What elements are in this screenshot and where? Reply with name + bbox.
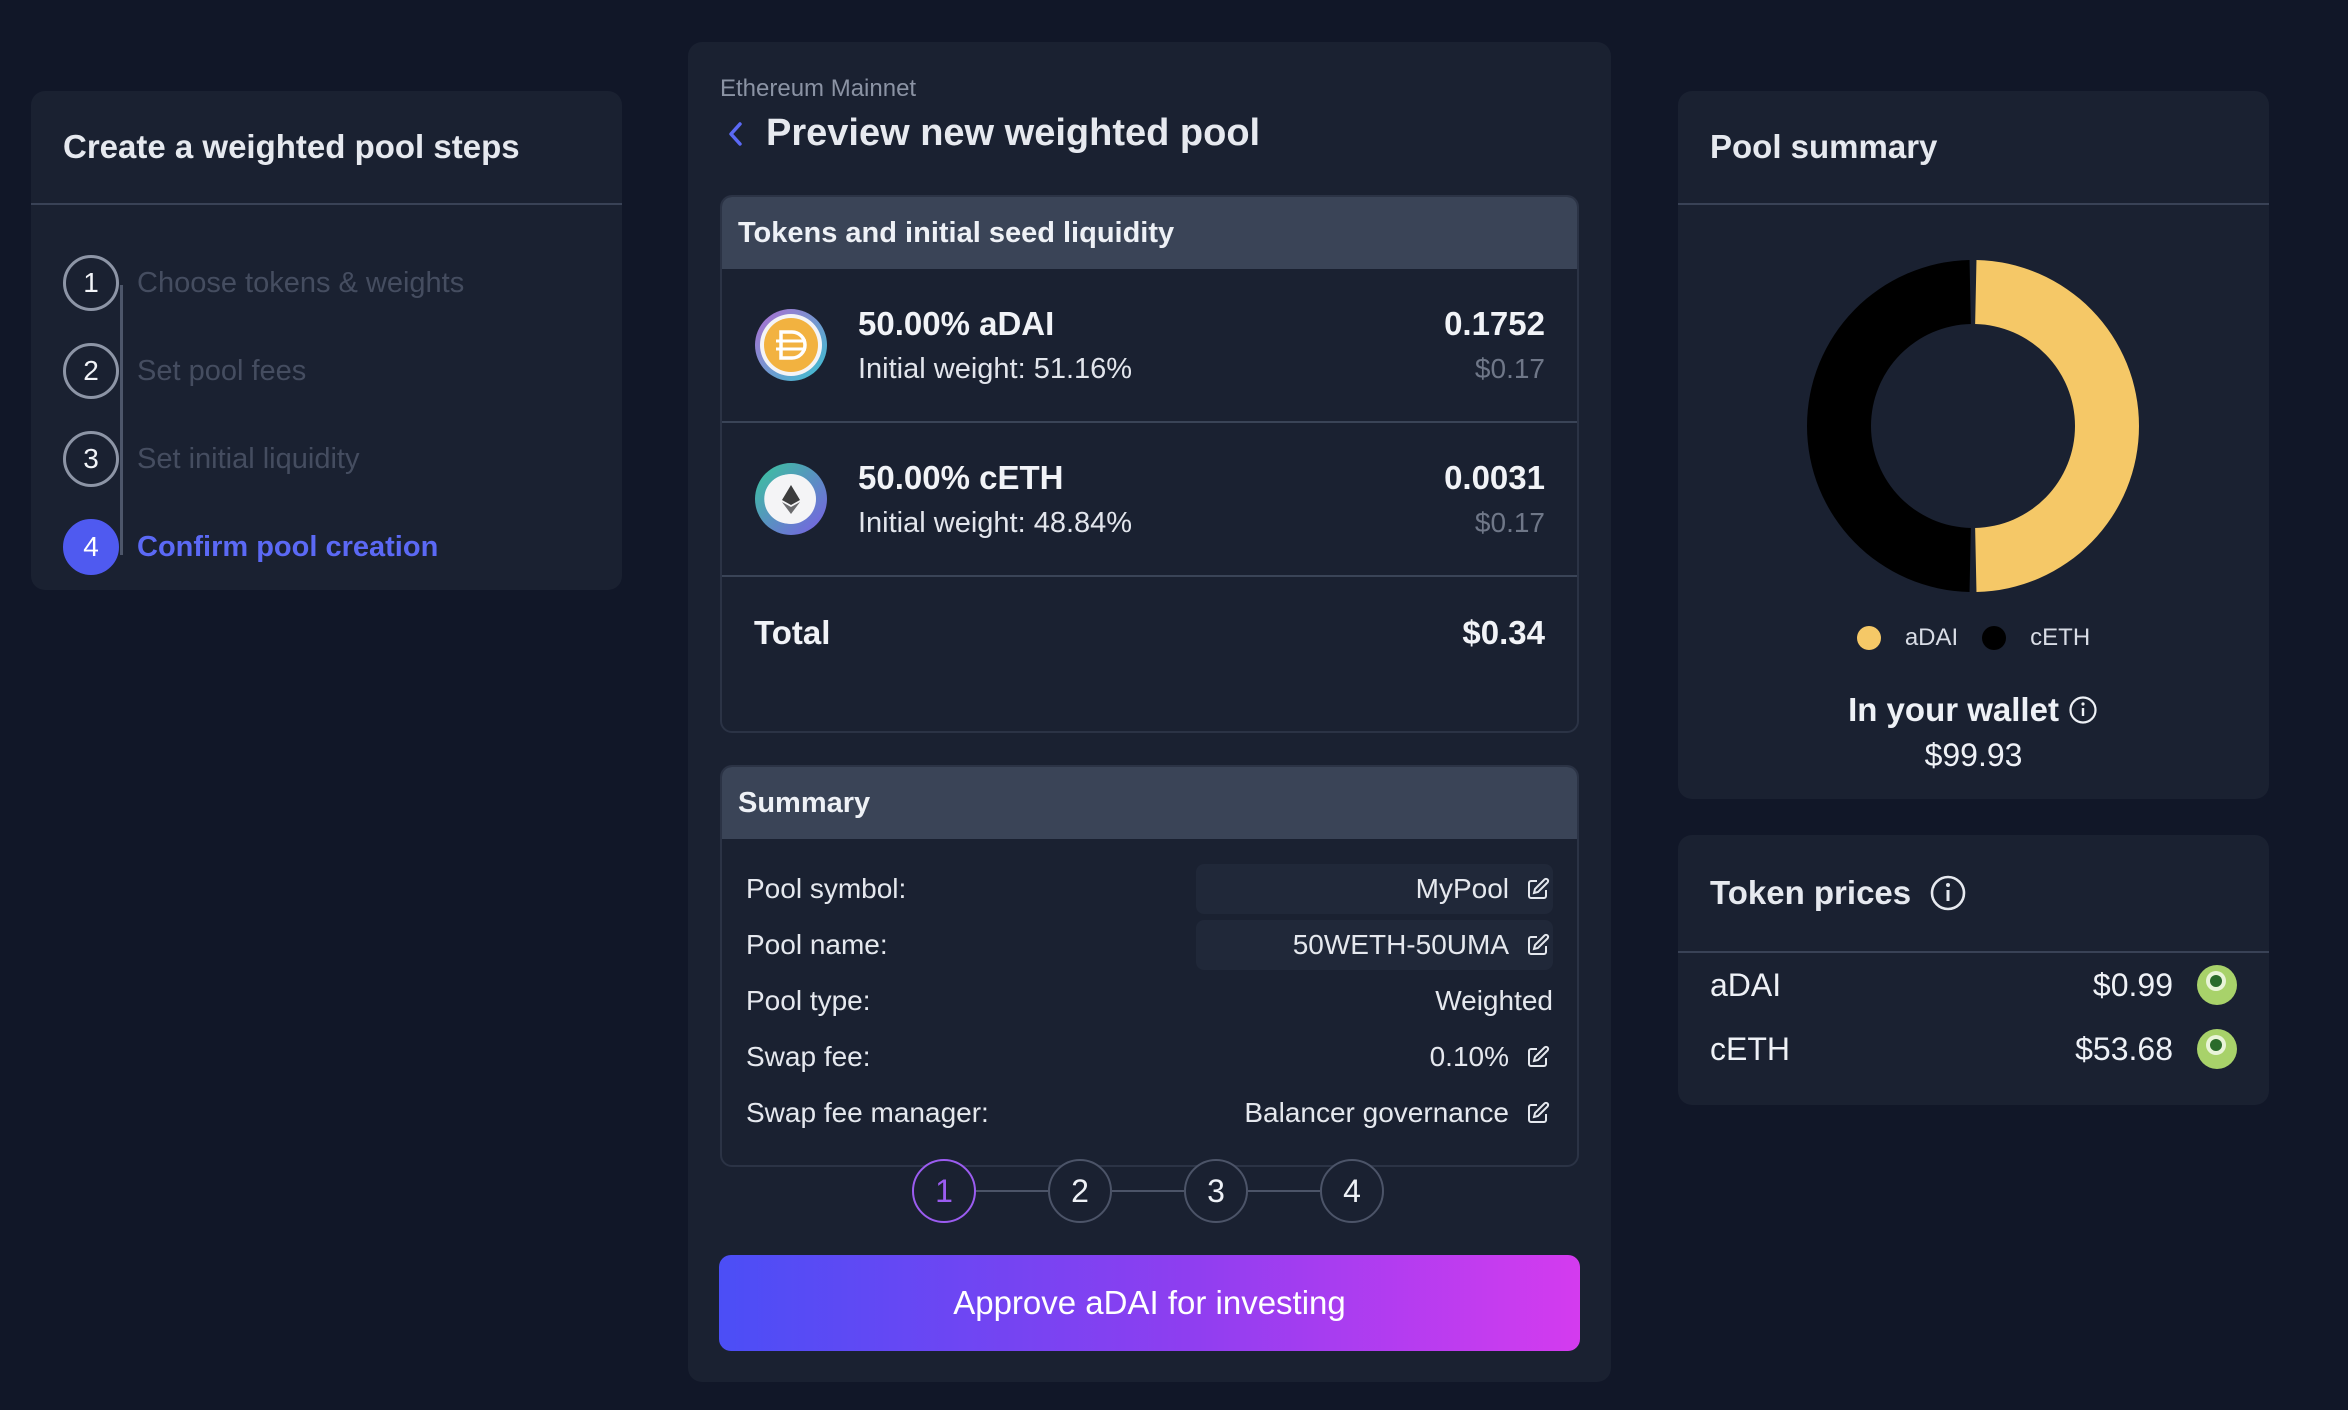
legend-item-adai: aDAI xyxy=(1856,624,1959,652)
step-label: Choose tokens & weights xyxy=(137,266,465,299)
wallet-value: $99.93 xyxy=(1924,737,2023,773)
network-label: Ethereum Mainnet xyxy=(720,75,917,102)
token-title: 50.00% cETH xyxy=(858,458,1064,496)
wallet-label: In your wallet xyxy=(1848,691,2059,728)
coingecko-icon[interactable] xyxy=(2197,1029,2237,1069)
action-step-3: 3 xyxy=(1184,1159,1248,1223)
step-item-2[interactable]: 2 Set pool fees xyxy=(63,327,622,415)
legend-swatch-adai xyxy=(1856,626,1881,650)
token-prices-title: Token prices xyxy=(1710,874,1912,911)
summary-label: Pool type: xyxy=(746,985,871,1016)
wallet-title-row: In your wallet xyxy=(1678,691,2269,729)
pool-summary-card: Pool summary aDAI cETH In your wallet $9… xyxy=(1678,91,2269,799)
tokens-panel-heading: Tokens and initial seed liquidity xyxy=(722,197,1577,269)
pool-symbol-field[interactable]: MyPool xyxy=(1196,864,1553,914)
price-token-name: cETH xyxy=(1710,1030,1790,1067)
summary-panel-heading: Summary xyxy=(722,767,1577,839)
edit-icon[interactable] xyxy=(1523,874,1553,904)
token-prices-header: Token prices xyxy=(1678,835,2269,953)
summary-value: Balancer governance xyxy=(1244,1097,1509,1128)
price-value: $53.68 xyxy=(2075,1030,2173,1067)
stepper-connector xyxy=(1248,1190,1320,1192)
stepper-connector xyxy=(976,1190,1048,1192)
step-item-1[interactable]: 1 Choose tokens & weights xyxy=(63,239,622,327)
summary-value: Weighted xyxy=(1435,985,1553,1016)
legend-swatch-ceth xyxy=(1982,626,2007,650)
back-chevron-icon[interactable] xyxy=(726,114,752,154)
summary-row-swap-fee: Swap fee: 0.10% xyxy=(746,1029,1553,1085)
legend-item-ceth: cETH xyxy=(1982,624,2090,652)
step-label: Set initial liquidity xyxy=(137,442,360,475)
summary-label: Pool symbol: xyxy=(746,873,907,904)
edit-icon[interactable] xyxy=(1523,1042,1553,1072)
donut-slice-adai xyxy=(1975,260,2139,592)
step-number: 2 xyxy=(63,343,119,399)
token-prices-card: Token prices aDAI $0.99 cETH $53.68 xyxy=(1678,835,2269,1105)
step-label: Set pool fees xyxy=(137,354,307,387)
token-weight: Initial weight: 48.84% xyxy=(858,506,1133,539)
pool-summary-title: Pool summary xyxy=(1678,91,2269,205)
pool-name-field[interactable]: 50WETH-50UMA xyxy=(1196,920,1553,970)
pool-composition-chart xyxy=(1803,256,2143,596)
ceth-logo-icon xyxy=(754,462,828,536)
summary-row-pool-type: Pool type: Weighted xyxy=(746,973,1553,1029)
total-row: Total $0.34 xyxy=(722,577,1577,689)
action-step-1: 1 xyxy=(912,1159,976,1223)
price-value: $0.99 xyxy=(2092,966,2173,1003)
token-weight: Initial weight: 51.16% xyxy=(858,352,1133,385)
summary-value: 0.10% xyxy=(1429,1041,1509,1072)
preview-pool-card: Ethereum Mainnet Preview new weighted po… xyxy=(688,42,1611,1382)
edit-icon[interactable] xyxy=(1523,1098,1553,1128)
page-title: Preview new weighted pool xyxy=(766,112,1261,154)
step-number: 4 xyxy=(63,519,119,575)
approve-button[interactable]: Approve aDAI for investing xyxy=(719,1255,1580,1351)
summary-label: Pool name: xyxy=(746,929,888,960)
adai-logo-icon xyxy=(754,308,828,382)
step-item-4[interactable]: 4 Confirm pool creation xyxy=(63,503,622,591)
token-usd-value: $0.17 xyxy=(1474,507,1545,538)
token-title: 50.00% aDAI xyxy=(858,304,1055,342)
steps-list: 1 Choose tokens & weights 2 Set pool fee… xyxy=(31,205,622,591)
page-title-row: Preview new weighted pool xyxy=(726,112,1260,155)
summary-row-pool-symbol: Pool symbol: MyPool xyxy=(746,861,1553,917)
steps-title: Create a weighted pool steps xyxy=(31,91,622,205)
total-label: Total xyxy=(754,614,831,651)
summary-value: 50WETH-50UMA xyxy=(1292,929,1509,960)
action-step-4: 4 xyxy=(1320,1159,1384,1223)
coingecko-icon[interactable] xyxy=(2197,965,2237,1005)
tokens-panel: Tokens and initial seed liquidity 50.00%… xyxy=(720,195,1579,733)
price-row-adai: aDAI $0.99 xyxy=(1678,953,2269,1017)
step-item-3[interactable]: 3 Set initial liquidity xyxy=(63,415,622,503)
action-stepper: 1 2 3 4 xyxy=(912,1159,1384,1223)
stepper-connector xyxy=(1112,1190,1184,1192)
legend-label: cETH xyxy=(2030,624,2091,651)
action-step-2: 2 xyxy=(1048,1159,1112,1223)
summary-label: Swap fee manager: xyxy=(746,1097,989,1128)
token-amount: 0.0031 xyxy=(1444,459,1545,496)
donut-chart-svg xyxy=(1807,260,2139,592)
summary-row-swap-fee-manager: Swap fee manager: Balancer governance xyxy=(746,1085,1553,1141)
summary-value: MyPool xyxy=(1415,873,1509,904)
step-number: 3 xyxy=(63,431,119,487)
total-value: $0.34 xyxy=(1462,614,1545,651)
summary-label: Swap fee: xyxy=(746,1041,871,1072)
summary-row-pool-name: Pool name: 50WETH-50UMA xyxy=(746,917,1553,973)
steps-card: Create a weighted pool steps 1 Choose to… xyxy=(31,91,622,590)
donut-slice-ceth xyxy=(1807,260,1971,592)
chart-legend: aDAI cETH xyxy=(1678,624,2269,652)
info-icon[interactable] xyxy=(2067,694,2099,726)
token-row-adai: 50.00% aDAI Initial weight: 51.16% 0.175… xyxy=(722,269,1577,423)
price-row-ceth: cETH $53.68 xyxy=(1678,1017,2269,1081)
token-row-ceth: 50.00% cETH Initial weight: 48.84% 0.003… xyxy=(722,423,1577,577)
price-token-name: aDAI xyxy=(1710,966,1782,1003)
token-amount: 0.1752 xyxy=(1444,305,1545,342)
step-label: Confirm pool creation xyxy=(137,530,439,563)
step-number: 1 xyxy=(63,255,119,311)
edit-icon[interactable] xyxy=(1523,930,1553,960)
summary-panel: Summary Pool symbol: MyPool Pool name: 5… xyxy=(720,765,1579,1167)
legend-label: aDAI xyxy=(1904,624,1959,651)
token-usd-value: $0.17 xyxy=(1474,353,1545,384)
info-icon[interactable] xyxy=(1929,874,1967,912)
